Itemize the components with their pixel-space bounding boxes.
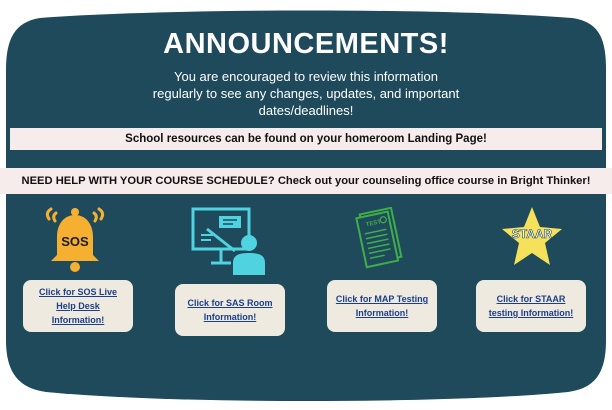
bell-sos-icon: SOS — [45, 207, 105, 272]
sos-help-desk-link[interactable]: Click for SOS Live Help Desk Information… — [29, 285, 127, 327]
star-icon: STAAR — [502, 207, 562, 265]
intro-text: You are encouraged to review this inform… — [152, 69, 460, 118]
schedule-banner: NEED HELP WITH YOUR COURSE SCHEDULE? Che… — [0, 168, 612, 194]
map-testing-link[interactable]: Click for MAP Testing Information! — [333, 292, 431, 320]
announcement-board: ANNOUNCEMENTS! You are encouraged to rev… — [0, 0, 612, 410]
sas-room-link[interactable]: Click for SAS Room Information! — [181, 296, 279, 324]
sos-help-desk-button[interactable]: Click for SOS Live Help Desk Information… — [23, 280, 133, 332]
map-testing-button[interactable]: Click for MAP Testing Information! — [327, 280, 437, 332]
sas-room-button[interactable]: Click for SAS Room Information! — [175, 284, 285, 336]
teacher-board-icon — [191, 207, 265, 275]
resources-banner: School resources can be found on your ho… — [10, 128, 602, 150]
page-title: ANNOUNCEMENTS! — [163, 28, 449, 60]
staar-testing-button[interactable]: Click for STAAR testing Information! — [476, 280, 586, 332]
svg-text:SOS: SOS — [61, 234, 89, 249]
svg-text:STAAR: STAAR — [512, 227, 553, 241]
test-paper-icon: TEST — [355, 207, 403, 269]
staar-testing-link[interactable]: Click for STAAR testing Information! — [482, 292, 580, 320]
